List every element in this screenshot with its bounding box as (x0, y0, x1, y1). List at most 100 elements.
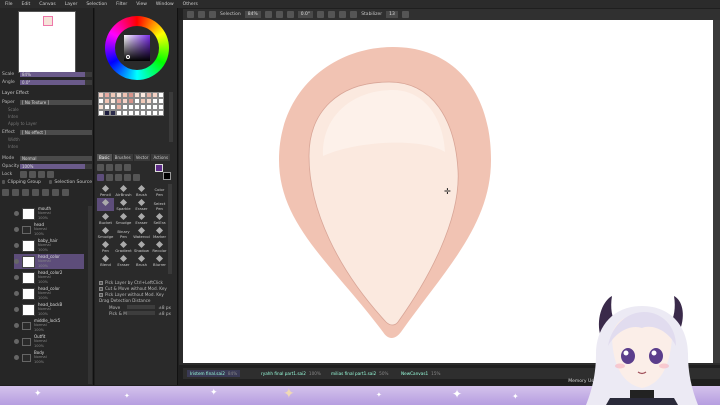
layer-effect-title[interactable]: Layer Effect (2, 91, 29, 96)
brush-tool[interactable]: Color Pen (151, 184, 168, 197)
navigator-viewport[interactable] (43, 16, 53, 26)
zoom-tool-icon[interactable] (106, 174, 113, 181)
select-tool-icon[interactable] (97, 164, 104, 171)
menu-edit[interactable]: Edit (22, 2, 31, 7)
scale-value[interactable]: 84% (20, 71, 92, 77)
menu-view[interactable]: View (136, 2, 147, 7)
brush-tool[interactable]: Select Pen (151, 198, 168, 211)
menu-canvas[interactable]: Canvas (39, 2, 56, 7)
brush-tool[interactable]: Blurrer (151, 254, 168, 267)
pen-pressure-icon[interactable] (401, 11, 409, 18)
lock-opacity-icon[interactable] (47, 170, 54, 178)
visibility-eye-icon[interactable] (14, 307, 19, 312)
visibility-eye-icon[interactable] (14, 227, 19, 232)
layer-row[interactable]: mouth Normal 100% (14, 206, 84, 221)
brush-tool[interactable]: AirBrush (115, 184, 132, 197)
color-wheel[interactable] (105, 16, 169, 80)
move-tool-icon[interactable] (124, 164, 131, 171)
zoom-in-icon[interactable] (275, 11, 283, 18)
layer-row[interactable]: baby_hair Normal 100% (14, 238, 84, 253)
stabilizer-field[interactable]: 13 (386, 11, 398, 18)
brush-tool[interactable]: Sparkle (115, 198, 132, 211)
visibility-eye-icon[interactable] (14, 243, 19, 248)
transform-icon[interactable] (133, 174, 140, 181)
zoom-out-icon[interactable] (264, 11, 272, 18)
layer-row[interactable]: head_color Normal 100% (14, 254, 84, 269)
canvas-scrollbar[interactable] (713, 20, 720, 363)
visibility-eye-icon[interactable] (14, 259, 19, 264)
merge-down-icon[interactable] (42, 188, 49, 196)
layer-folder[interactable]: middle_lock5 Normal 100% (14, 318, 84, 333)
brush-tool[interactable]: Gradient (115, 240, 132, 253)
cut-move-checkbox[interactable] (99, 287, 103, 291)
tab-brushes[interactable]: Brushes (112, 154, 133, 161)
pick-layer-checkbox[interactable] (99, 293, 103, 297)
zoom-reset-icon[interactable] (286, 11, 294, 18)
effect-select[interactable]: [ No effect ] (20, 129, 92, 135)
brush-tool[interactable]: Shadow (133, 240, 150, 253)
new-layer-icon[interactable] (2, 188, 9, 196)
rotate-reset-icon[interactable] (339, 11, 347, 18)
background-color[interactable] (163, 172, 171, 180)
flip-icon[interactable] (350, 11, 358, 18)
layer-row[interactable]: head_color Normal 100% (14, 286, 84, 301)
brush-tool[interactable]: Smudge (97, 226, 114, 239)
brush-tool[interactable]: Eraser (115, 254, 132, 267)
brush-tool[interactable]: Pen (97, 240, 114, 253)
scale-row[interactable]: Scale 84% (2, 71, 92, 77)
rotate-right-icon[interactable] (328, 11, 336, 18)
file-tab-3[interactable]: milias final part1.sai2 50% (331, 370, 388, 377)
navigator-preview[interactable] (18, 11, 76, 73)
rotation-field[interactable]: 0.0° (297, 11, 314, 18)
color-picker-handle[interactable] (126, 55, 130, 59)
lock-pixels-icon[interactable] (20, 170, 27, 178)
menu-window[interactable]: Window (156, 2, 174, 7)
eyedropper-icon[interactable] (124, 174, 131, 181)
palette-scrollbar[interactable] (169, 92, 173, 142)
magic-wand-icon[interactable] (115, 164, 122, 171)
visibility-eye-icon[interactable] (14, 339, 19, 344)
brush-tool[interactable]: Binary Pen (115, 226, 132, 239)
menu-others[interactable]: Others (183, 2, 198, 7)
layer-row[interactable]: head_backB Normal 100% (14, 302, 84, 317)
brush-tool[interactable]: Eraser (133, 198, 150, 211)
visibility-eye-icon[interactable] (14, 211, 19, 216)
rotate-left-icon[interactable] (317, 11, 325, 18)
brush-tool[interactable]: SelEra (151, 212, 168, 225)
brush-tool[interactable]: Recolor (151, 240, 168, 253)
copy-layer-icon[interactable] (32, 188, 39, 196)
brush-tool[interactable]: Eraser (133, 212, 150, 225)
clear-layer-icon[interactable] (52, 188, 59, 196)
brush-tool[interactable]: Pencil (97, 184, 114, 197)
delete-layer-icon[interactable] (62, 188, 69, 196)
visibility-eye-icon[interactable] (14, 275, 19, 280)
lock-paint-icon[interactable] (38, 170, 45, 178)
color-swatch[interactable] (158, 110, 164, 116)
file-tab-2[interactable]: ryahh final part1.sai2 100% (261, 370, 321, 377)
visibility-eye-icon[interactable] (14, 291, 19, 296)
brush-tool[interactable]: Brush (133, 184, 150, 197)
layer-row[interactable]: head_color2 Normal 100% (14, 270, 84, 285)
paper-row[interactable]: Paper [ No Texture ] (2, 99, 92, 105)
brush-tool[interactable]: Blend (97, 254, 114, 267)
tab-basic[interactable]: Basic (97, 154, 112, 161)
mode-row[interactable]: Mode Normal (2, 155, 92, 161)
hand-tool-icon[interactable] (97, 174, 104, 181)
angle-value[interactable]: 0.0° (20, 79, 92, 85)
tab-actions[interactable]: Actions (151, 154, 171, 161)
pick-ctrl-checkbox[interactable] (99, 281, 103, 285)
selection-source-checkbox[interactable] (48, 180, 53, 184)
clipping-checkbox[interactable] (2, 180, 6, 184)
brush-tool[interactable]: Smudge (115, 212, 132, 225)
tool-scrollbar[interactable] (168, 184, 172, 274)
undo-icon[interactable] (187, 11, 194, 18)
opacity-slider[interactable]: 100% (20, 163, 92, 169)
paper-select[interactable]: [ No Texture ] (20, 99, 92, 105)
menu-file[interactable]: File (5, 2, 13, 7)
file-tab-4[interactable]: NewCanvas1 15% (401, 370, 440, 377)
menu-layer[interactable]: Layer (65, 2, 78, 7)
foreground-color[interactable] (155, 164, 163, 172)
zoom-field[interactable]: 84% (244, 11, 261, 18)
file-tab-1[interactable]: Iristem final.sai2 84% (187, 370, 241, 377)
deselect-icon[interactable] (209, 11, 216, 18)
